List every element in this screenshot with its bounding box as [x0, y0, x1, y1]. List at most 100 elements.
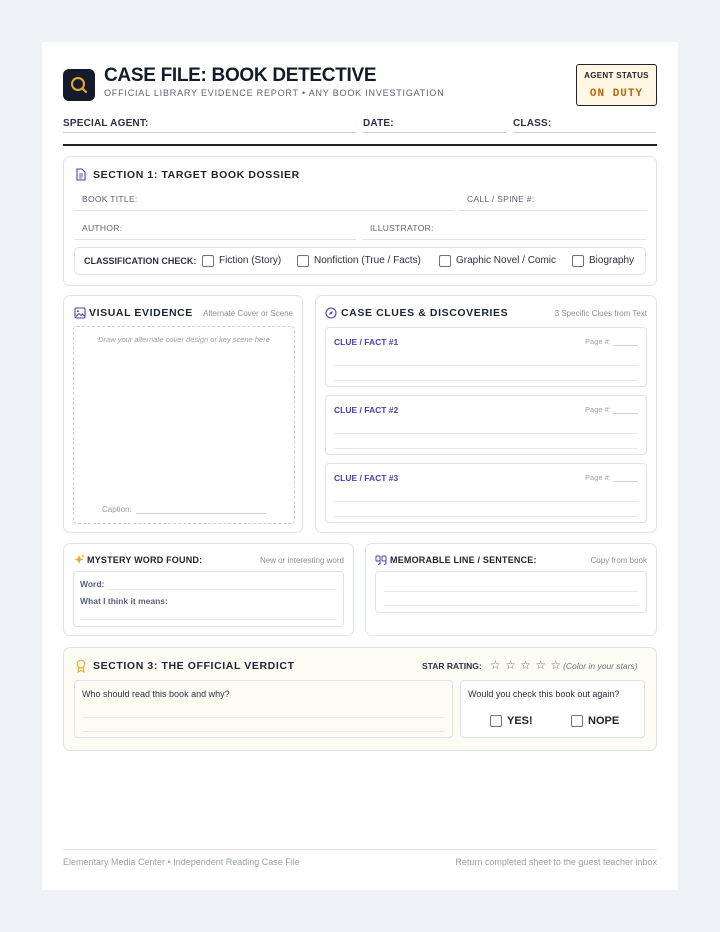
magnifier-icon — [71, 77, 88, 94]
date-line[interactable] — [363, 132, 506, 133]
image-icon — [74, 307, 86, 319]
compass-icon — [325, 307, 337, 319]
meaning-line — [80, 619, 337, 620]
book-title-label: BOOK TITLE: — [82, 194, 138, 204]
who-line — [83, 717, 444, 718]
case-clues-panel: CASE CLUES & DISCOVERIES 3 Specific Clue… — [315, 295, 657, 533]
memorable-line-panel: MEMORABLE LINE / SENTENCE: Copy from boo… — [365, 543, 657, 636]
drawing-hint: Draw your alternate cover design or key … — [98, 335, 270, 344]
clue-line — [334, 365, 638, 366]
meaning-label: What I think it means: — [80, 596, 168, 606]
nope-label: NOPE — [588, 715, 620, 727]
mystery-word-sub: New or interesting word — [259, 556, 344, 565]
clue-line — [334, 380, 638, 381]
illustrator-field[interactable]: ILLUSTRATOR: — [362, 217, 647, 240]
verdict-title: SECTION 3: THE OFFICIAL VERDICT — [93, 660, 295, 672]
option-fiction: Fiction (Story) — [219, 255, 282, 266]
book-title-field[interactable]: BOOK TITLE: — [74, 188, 454, 211]
case-clues-title: CASE CLUES & DISCOVERIES — [341, 307, 509, 319]
clue-line — [334, 501, 638, 502]
book-title-line — [74, 210, 454, 211]
memorable-line-box[interactable] — [375, 571, 647, 613]
call-spine-line — [459, 210, 647, 211]
clue-box-3[interactable]: CLUE / FACT #3 Page #: ______ — [325, 463, 647, 523]
sparkle-icon — [74, 555, 84, 564]
document-icon — [76, 168, 86, 181]
star-icon[interactable]: ☆ ☆ ☆ ☆ ☆ — [490, 658, 562, 672]
date-label: DATE: — [363, 118, 394, 129]
footer-right: Return completed sheet to the guest teac… — [455, 857, 657, 867]
star-rating-label: STAR RATING: — [422, 661, 482, 671]
yes-label: YES! — [507, 715, 533, 727]
checkbox-nope[interactable] — [571, 715, 583, 727]
who-line — [83, 731, 444, 732]
classification-label: CLASSIFICATION CHECK: — [84, 256, 197, 266]
footer-left: Elementary Media Center • Independent Re… — [63, 857, 300, 867]
clue-title-3: CLUE / FACT #3 — [334, 473, 399, 483]
clue-box-2[interactable]: CLUE / FACT #2 Page #: ______ — [325, 395, 647, 455]
word-label: Word: — [80, 579, 105, 589]
option-graphic-novel: Graphic Novel / Comic — [456, 255, 557, 266]
mystery-word-title: MYSTERY WORD FOUND: — [87, 555, 203, 565]
drawing-area[interactable]: Draw your alternate cover design or key … — [73, 326, 295, 524]
clue-title-1: CLUE / FACT #1 — [334, 337, 399, 347]
clue-line — [334, 433, 638, 434]
mystery-word-panel: MYSTERY WORD FOUND: New or interesting w… — [63, 543, 354, 636]
agent-status-value: ON DUTY — [589, 88, 644, 100]
agent-status-label: AGENT STATUS — [584, 71, 649, 80]
official-verdict-panel: SECTION 3: THE OFFICIAL VERDICT STAR RAT… — [63, 647, 657, 751]
clue-page-1: Page #: ______ — [585, 337, 638, 346]
agent-status-badge: AGENT STATUS ON DUTY — [576, 64, 657, 106]
illustrator-label: ILLUSTRATOR: — [370, 223, 434, 233]
clue-page-2: Page #: ______ — [585, 405, 638, 414]
call-spine-field[interactable]: CALL / SPINE #: — [459, 188, 647, 211]
class-label: CLASS: — [513, 118, 552, 129]
target-book-dossier-panel: SECTION 1: TARGET BOOK DOSSIER BOOK TITL… — [63, 156, 657, 286]
checkbox-graphic-novel[interactable] — [439, 255, 451, 267]
clue-line — [334, 448, 638, 449]
word-line — [107, 589, 337, 590]
caption-line[interactable] — [136, 513, 266, 514]
illustrator-line — [362, 239, 647, 240]
visual-evidence-panel: VISUAL EVIDENCE Alternate Cover or Scene… — [63, 295, 303, 533]
award-icon — [76, 659, 86, 673]
checkbox-nonfiction[interactable] — [297, 255, 309, 267]
quote-icon — [375, 555, 387, 566]
checkbox-yes[interactable] — [490, 715, 502, 727]
check-out-again-label: Would you check this book out again? — [468, 689, 620, 699]
memorable-line — [384, 591, 638, 592]
case-clues-sub: 3 Specific Clues from Text — [554, 309, 647, 318]
footer-divider — [63, 849, 657, 850]
clue-line — [334, 516, 638, 517]
clue-title-2: CLUE / FACT #2 — [334, 405, 399, 415]
call-spine-label: CALL / SPINE #: — [467, 194, 535, 204]
special-agent-line[interactable] — [63, 132, 356, 133]
option-nonfiction: Nonfiction (True / Facts) — [314, 255, 421, 266]
option-biography: Biography — [589, 255, 635, 266]
memorable-line — [384, 605, 638, 606]
special-agent-label: SPECIAL AGENT: — [63, 118, 149, 129]
checkbox-fiction[interactable] — [202, 255, 214, 267]
header-divider — [63, 144, 657, 146]
logo-badge — [63, 69, 95, 101]
star-rating-hint: (Color in your stars) — [563, 661, 638, 671]
worksheet-sheet: CASE FILE: BOOK DETECTIVE OFFICIAL LIBRA… — [42, 42, 678, 890]
visual-evidence-sub: Alternate Cover or Scene — [203, 309, 293, 318]
author-line — [74, 239, 356, 240]
clue-page-3: Page #: ______ — [585, 473, 638, 482]
author-label: AUTHOR: — [82, 223, 123, 233]
page-title: CASE FILE: BOOK DETECTIVE — [104, 65, 377, 86]
who-should-read-label: Who should read this book and why? — [82, 689, 230, 699]
memorable-line-title: MEMORABLE LINE / SENTENCE: — [390, 555, 537, 565]
section1-title: SECTION 1: TARGET BOOK DOSSIER — [93, 169, 300, 181]
check-out-again-box: Would you check this book out again? YES… — [460, 680, 645, 738]
who-should-read-box[interactable]: Who should read this book and why? — [74, 680, 453, 738]
page-subtitle: OFFICIAL LIBRARY EVIDENCE REPORT • ANY B… — [104, 88, 445, 98]
classification-check-box: CLASSIFICATION CHECK: Fiction (Story) No… — [74, 247, 646, 275]
caption-label: Caption: — [102, 505, 132, 514]
author-field[interactable]: AUTHOR: — [74, 217, 356, 240]
mystery-word-box[interactable]: Word: What I think it means: — [73, 571, 344, 627]
clue-box-1[interactable]: CLUE / FACT #1 Page #: ______ — [325, 327, 647, 387]
class-line[interactable] — [513, 132, 656, 133]
checkbox-biography[interactable] — [572, 255, 584, 267]
